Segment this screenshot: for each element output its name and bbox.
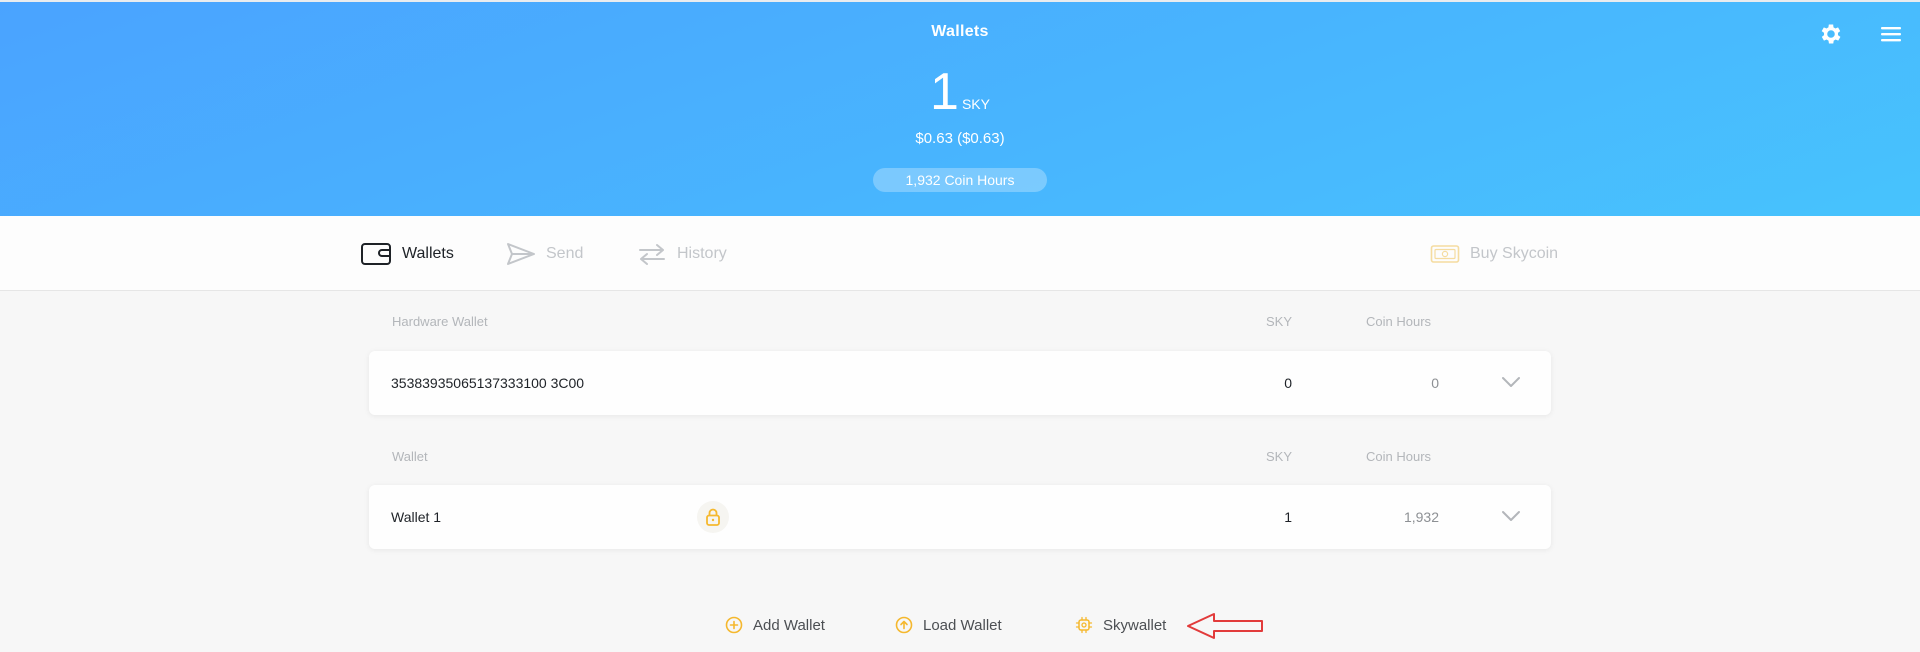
lock-icon [706,508,720,526]
plus-circle-icon [725,616,743,634]
tab-buy-skycoin[interactable]: Buy Skycoin [1430,238,1558,270]
wallet-sky: 1 [1284,509,1292,525]
total-balance: 1 SKY [0,66,1920,118]
add-wallet-button[interactable]: Add Wallet [725,614,825,636]
wallet-sky-column-header: SKY [1266,449,1293,464]
tab-history[interactable]: History [637,238,727,270]
chip-icon [1075,616,1093,634]
hardware-wallet-coin-hours: 0 [1431,375,1439,391]
wallet-coin-hours-column-header: Coin Hours [1366,449,1432,464]
main-navigation: Wallets Send History Buy Skycoin [0,216,1920,291]
wallet-name: Wallet 1 [391,509,442,525]
hardware-wallet-name: 35383935065137333100 3C00 [391,375,585,391]
wallet-column-header: Wallet [392,449,428,464]
upload-circle-icon [895,616,913,634]
encryption-toggle[interactable] [697,501,729,533]
hamburger-menu-icon [1881,27,1901,42]
tab-send-label: Send [546,245,584,262]
banknote-icon [1430,245,1460,263]
hardware-wallet-column-header: Hardware Wallet [392,314,488,329]
gear-icon [1821,24,1841,44]
hardware-coin-hours-column-header: Coin Hours [1366,314,1432,329]
hardware-wallet-row[interactable]: 35383935065137333100 3C00 0 0 [369,351,1551,415]
load-wallet-button[interactable]: Load Wallet [895,614,1002,636]
tab-wallets[interactable]: Wallets [360,238,454,270]
tab-history-label: History [677,245,727,262]
hardware-sky-column-header: SKY [1266,314,1293,329]
skywallet-button[interactable]: Skywallet [1075,614,1166,636]
wallet-icon [361,243,391,265]
coin-hours-badge: 1,932 Coin Hours [873,168,1047,192]
wallet-header: Wallets 1 SKY $0.63 ($0.63) 1,932 Coin Ho… [0,2,1920,216]
page-title: Wallets [931,23,989,40]
wallet-coin-hours: 1,932 [1403,509,1439,525]
chevron-down-icon[interactable] [1501,375,1521,389]
wallet-row[interactable]: Wallet 1 1 1,932 [369,485,1551,549]
add-wallet-label: Add Wallet [753,616,825,634]
skywallet-label: Skywallet [1103,616,1167,634]
balance-amount: 1 [930,63,959,121]
tab-wallets-label: Wallets [402,245,454,262]
tab-buy-skycoin-label: Buy Skycoin [1470,245,1559,262]
send-icon [507,243,535,265]
balance-usd: $0.63 ($0.63) [915,130,1005,147]
menu-button[interactable] [1879,24,1903,44]
settings-button[interactable] [1818,21,1844,47]
chevron-down-icon[interactable] [1501,509,1521,523]
tab-send[interactable]: Send [506,238,583,270]
hardware-wallet-sky: 0 [1284,375,1292,391]
red-arrow-annotation-icon [1187,613,1263,639]
balance-unit: SKY [961,96,990,112]
history-arrows-icon [639,244,665,265]
load-wallet-label: Load Wallet [923,616,1002,634]
